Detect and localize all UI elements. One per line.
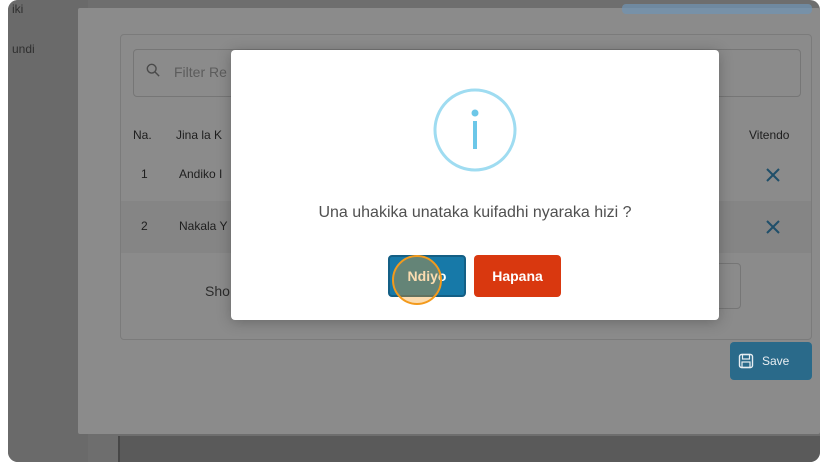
sidebar-item: iki xyxy=(12,2,24,16)
dialog-message: Una uhakika unataka kuifadhi nyaraka hiz… xyxy=(318,204,632,221)
save-icon xyxy=(738,353,754,369)
sidebar-item: undi xyxy=(12,42,35,56)
info-icon xyxy=(433,88,517,172)
save-button[interactable]: Save xyxy=(730,342,812,380)
cancel-button[interactable]: Hapana xyxy=(474,255,561,297)
search-icon xyxy=(146,63,160,77)
row-number: 1 xyxy=(141,167,148,181)
background-footer xyxy=(118,436,820,462)
confirm-dialog: Una uhakika unataka kuifadhi nyaraka hiz… xyxy=(231,50,719,320)
row-number: 2 xyxy=(141,219,148,233)
row-name: Nakala Y xyxy=(179,219,228,233)
row-name: Andiko I xyxy=(179,167,223,181)
column-header-number: Na. xyxy=(133,128,152,142)
panel-top-bar xyxy=(622,4,812,14)
confirm-button[interactable]: Ndiyo xyxy=(388,255,466,297)
delete-icon[interactable] xyxy=(765,167,781,183)
column-header-actions: Vitendo xyxy=(749,128,790,142)
column-header-name: Jina la K xyxy=(176,128,223,142)
delete-icon[interactable] xyxy=(765,219,781,235)
save-label: Save xyxy=(762,354,790,368)
filter-placeholder: Filter Re xyxy=(174,64,227,80)
show-entries-label: Sho xyxy=(205,283,230,299)
background-sidebar: iki undi xyxy=(8,0,88,462)
